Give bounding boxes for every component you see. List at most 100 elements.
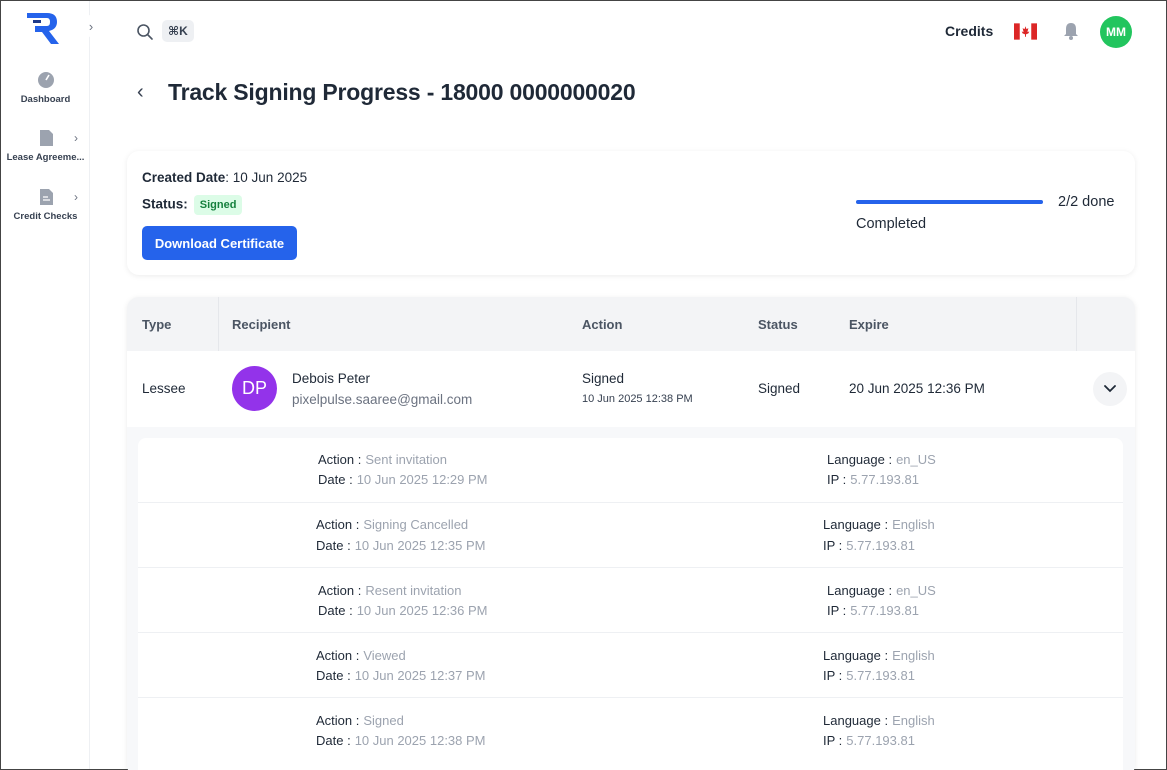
summary-card: Created Date: 10 Jun 2025 Status: Signed … [127, 151, 1135, 275]
recipients-table: Type Recipient Action Status Expire Less… [127, 297, 1135, 770]
event-ip: IP :5.77.193.81 [827, 472, 919, 487]
table-row[interactable]: Lessee DP Debois Peter pixelpulse.saaree… [127, 351, 1135, 427]
signing-events-list: Action : Sent invitation Date :10 Jun 202… [138, 438, 1123, 770]
event-language: Language : en_US [827, 583, 936, 598]
sidebar-toggle-button[interactable]: › [80, 15, 102, 37]
event-ip-value: 5.77.193.81 [846, 733, 915, 748]
event-ip-value: 5.77.193.81 [846, 668, 915, 683]
event-date-value: 10 Jun 2025 12:35 PM [354, 538, 486, 553]
document-icon [39, 130, 53, 146]
event-date-value: 10 Jun 2025 12:38 PM [354, 733, 486, 748]
event-action-label: Action : [316, 517, 360, 532]
event-date-value: 10 Jun 2025 12:37 PM [354, 668, 486, 683]
event-language: Language : English [823, 517, 935, 532]
event-date-label: Date : [318, 472, 353, 487]
credits-link[interactable]: Credits [945, 23, 993, 39]
event-ip-label: IP : [823, 538, 843, 553]
expand-row-button[interactable] [1093, 372, 1127, 406]
sidebar-item-label: Credit Checks [13, 211, 78, 222]
event-language-label: Language : [827, 583, 893, 598]
status-line: Status: Signed [142, 195, 243, 215]
created-date-label: Created Date [142, 170, 226, 185]
event-language-label: Language : [823, 517, 889, 532]
event-date: Date :10 Jun 2025 12:38 PM [316, 733, 486, 748]
event-ip-label: IP : [827, 603, 847, 618]
download-certificate-button[interactable]: Download Certificate [142, 226, 297, 260]
gauge-icon [37, 72, 54, 88]
column-header-expire: Expire [849, 317, 889, 332]
event-language-value: English [892, 713, 935, 728]
event-date: Date :10 Jun 2025 12:37 PM [316, 668, 486, 683]
event-action: Action : Viewed [316, 648, 406, 663]
canada-flag-icon[interactable] [1014, 23, 1037, 40]
app-logo[interactable] [23, 10, 63, 46]
event-action-value: Signed [363, 713, 404, 728]
sidebar-item-lease-agreements[interactable]: › Lease Agreeme... [1, 129, 90, 163]
event-language-value: en_US [896, 583, 936, 598]
file-text-icon [39, 189, 53, 205]
event-action: Action : Sent invitation [318, 452, 447, 467]
chevron-left-icon: ‹ [137, 81, 144, 103]
sidebar-item-label: Lease Agreeme... [6, 152, 85, 163]
event-ip-label: IP : [827, 472, 847, 487]
event-action: Action : Signed [316, 713, 404, 728]
event-language-label: Language : [823, 713, 889, 728]
progress-bar [856, 200, 1043, 204]
event-language: Language : English [823, 713, 935, 728]
event-date-label: Date : [316, 733, 351, 748]
column-header-action: Action [582, 317, 623, 332]
bell-icon[interactable] [1061, 21, 1081, 41]
search-icon[interactable] [136, 23, 154, 41]
created-date-value: : 10 Jun 2025 [225, 170, 308, 185]
list-item: Action : Resent invitation Date :10 Jun 2… [138, 568, 1123, 633]
event-action-label: Action : [318, 452, 362, 467]
event-ip-value: 5.77.193.81 [850, 603, 919, 618]
back-button[interactable]: ‹ [137, 81, 144, 104]
column-divider [1076, 297, 1077, 351]
column-header-recipient: Recipient [232, 317, 291, 332]
event-date-label: Date : [316, 538, 351, 553]
event-language-value: English [892, 517, 935, 532]
event-action-label: Action : [318, 583, 362, 598]
search-shortcut-badge[interactable]: ⌘K [162, 20, 194, 42]
event-date: Date :10 Jun 2025 12:36 PM [318, 603, 488, 618]
event-action-value: Signing Cancelled [363, 517, 469, 532]
event-ip: IP :5.77.193.81 [823, 668, 915, 683]
action-value: Signed [582, 371, 625, 386]
list-item: Action : Sent invitation Date :10 Jun 202… [138, 438, 1123, 503]
table-header: Type Recipient Action Status Expire [127, 297, 1135, 351]
event-ip: IP :5.77.193.81 [827, 603, 919, 618]
progress-bar-fill [856, 200, 1043, 204]
recipient-email: pixelpulse.saaree@gmail.com [292, 392, 473, 407]
recipient-type: Lessee [142, 381, 186, 396]
event-action: Action : Resent invitation [318, 583, 461, 598]
event-language-label: Language : [827, 452, 893, 467]
chevron-down-icon [1104, 385, 1116, 393]
event-date: Date :10 Jun 2025 12:29 PM [318, 472, 488, 487]
event-action-value: Resent invitation [365, 583, 462, 598]
list-item: Action : Viewed Date :10 Jun 2025 12:37 P… [138, 633, 1123, 698]
event-date-label: Date : [316, 668, 351, 683]
column-divider [218, 297, 219, 351]
progress-label: Completed [856, 216, 927, 232]
status-value: Signed [758, 381, 801, 396]
list-item: Action : Signing Cancelled Date :10 Jun 2… [138, 503, 1123, 568]
recipient-name: Debois Peter [292, 371, 371, 386]
recipient-avatar: DP [232, 366, 277, 411]
sidebar-item-dashboard[interactable]: Dashboard [1, 71, 90, 105]
event-date: Date :10 Jun 2025 12:35 PM [316, 538, 486, 553]
sidebar-item-label: Dashboard [20, 94, 71, 105]
event-ip: IP :5.77.193.81 [823, 538, 915, 553]
event-language: Language : English [823, 648, 935, 663]
user-avatar[interactable]: MM [1100, 16, 1132, 48]
event-ip-label: IP : [823, 733, 843, 748]
sidebar-item-credit-checks[interactable]: › Credit Checks [1, 188, 90, 222]
column-header-type: Type [142, 317, 172, 332]
status-badge: Signed [193, 195, 243, 215]
event-date-value: 10 Jun 2025 12:29 PM [356, 472, 488, 487]
event-action-value: Sent invitation [365, 452, 448, 467]
chevron-right-icon[interactable]: › [74, 131, 78, 145]
event-language: Language : en_US [827, 452, 936, 467]
chevron-right-icon[interactable]: › [74, 190, 78, 204]
chevron-right-icon: › [88, 18, 94, 34]
